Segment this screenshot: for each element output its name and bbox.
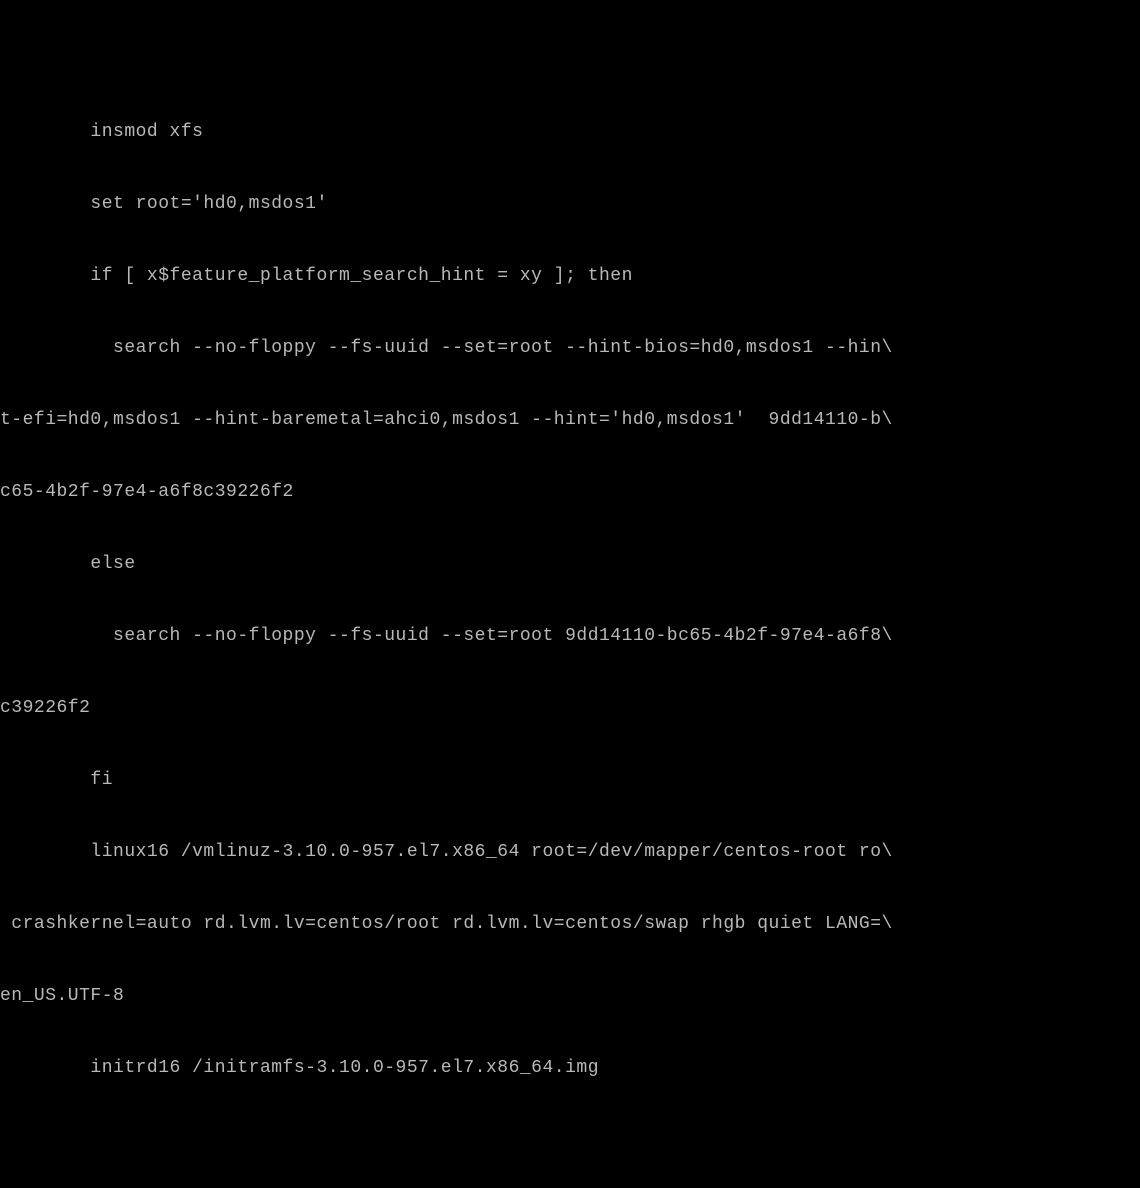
- grub-config-line[interactable]: t-efi=hd0,msdos1 --hint-baremetal=ahci0,…: [0, 408, 1140, 432]
- grub-config-line[interactable]: set root='hd0,msdos1': [0, 192, 1140, 216]
- grub-config-line[interactable]: search --no-floppy --fs-uuid --set=root …: [0, 624, 1140, 648]
- grub-config-line[interactable]: fi: [0, 768, 1140, 792]
- grub-config-line[interactable]: if [ x$feature_platform_search_hint = xy…: [0, 264, 1140, 288]
- grub-config-line[interactable]: else: [0, 552, 1140, 576]
- grub-config-line[interactable]: c39226f2: [0, 696, 1140, 720]
- grub-config-line[interactable]: initrd16 /initramfs-3.10.0-957.el7.x86_6…: [0, 1056, 1140, 1080]
- grub-help-text: Press Ctrl-x to start, Ctrl-c for a comm…: [0, 1176, 1140, 1188]
- grub-config-line[interactable]: crashkernel=auto rd.lvm.lv=centos/root r…: [0, 912, 1140, 936]
- grub-config-line[interactable]: en_US.UTF-8: [0, 984, 1140, 1008]
- grub-config-line[interactable]: search --no-floppy --fs-uuid --set=root …: [0, 336, 1140, 360]
- grub-config-line[interactable]: linux16 /vmlinuz-3.10.0-957.el7.x86_64 r…: [0, 840, 1140, 864]
- grub-config-line[interactable]: c65-4b2f-97e4-a6f8c39226f2: [0, 480, 1140, 504]
- grub-editor-screen[interactable]: insmod xfs set root='hd0,msdos1' if [ x$…: [0, 0, 1140, 1188]
- grub-config-line[interactable]: insmod xfs: [0, 120, 1140, 144]
